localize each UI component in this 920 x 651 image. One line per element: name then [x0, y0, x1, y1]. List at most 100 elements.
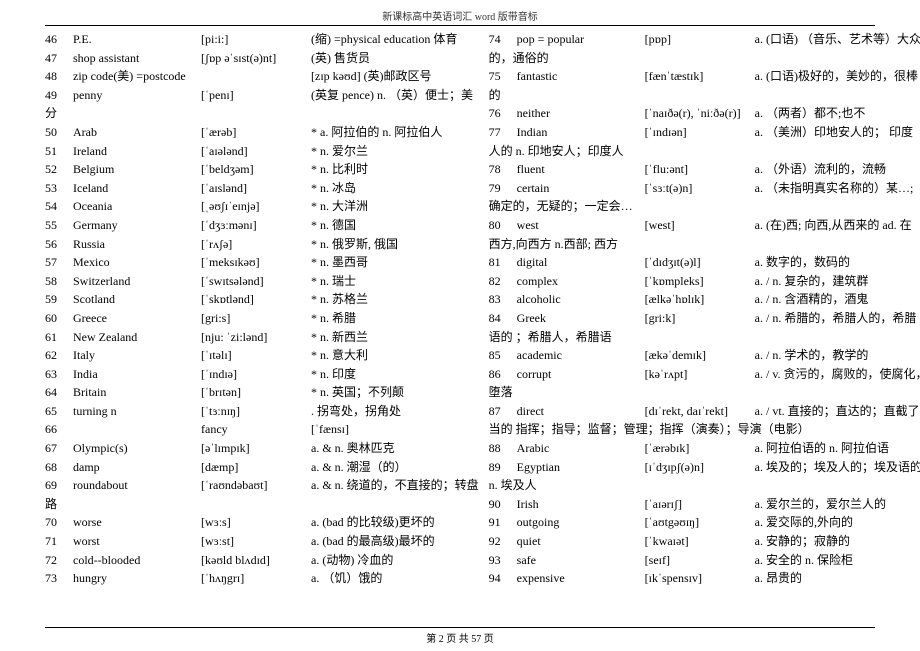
entry-continuation: 人的 n. 印地安人；印度人	[489, 142, 920, 161]
vocab-entry: 66fancy[ˈfænsɪ]	[45, 420, 479, 439]
entry-word: direct	[517, 402, 645, 421]
entry-definition: (英) 售货员	[311, 49, 479, 68]
vocab-entry: 50Arab[ˈærəb]* a. 阿拉伯的 n. 阿拉伯人	[45, 123, 479, 142]
document-page: 新课标高中英语词汇 word 版带音标 46P.E.[pi:i:](缩) =ph…	[0, 0, 920, 651]
entry-continuation: 堕落	[489, 383, 920, 402]
entry-word: roundabout	[73, 476, 201, 495]
vocab-entry: 83alcoholic[ælkəˈhɒlɪk]a. / n. 含酒精的，酒鬼	[489, 290, 920, 309]
entry-number: 82	[489, 272, 517, 291]
entry-pronunciation: [ælkəˈhɒlɪk]	[645, 290, 755, 309]
entry-pronunciation: [ˈflu:ənt]	[645, 160, 755, 179]
continuation-text: 语的 ；希腊人，希腊语	[489, 328, 612, 347]
entry-continuation: n. 埃及人	[489, 476, 920, 495]
entry-pronunciation: [gri:k]	[645, 309, 755, 328]
vocab-entry: 67Olympic(s)[əˈlɪmpɪk]a. & n. 奥林匹克	[45, 439, 479, 458]
entry-word: fluent	[517, 160, 645, 179]
entry-pronunciation: [ˈpenɪ]	[201, 86, 311, 105]
entry-definition: a. （美洲）印地安人的； 印度	[755, 123, 920, 142]
entry-pronunciation: [dæmp]	[201, 458, 311, 477]
entry-number: 87	[489, 402, 517, 421]
vocab-entry: 93safe[seɪf]a. 安全的 n. 保险柜	[489, 551, 920, 570]
entry-word: expensive	[517, 569, 645, 588]
vocab-entry: 84Greek[gri:k]a. / n. 希腊的，希腊人的，希腊	[489, 309, 920, 328]
entry-number: 48	[45, 67, 73, 86]
entry-definition: a. / n. 学术的，教学的	[755, 346, 920, 365]
entry-pronunciation: [ˈmeksɪkəʊ]	[201, 253, 311, 272]
entry-word: turning n	[73, 402, 201, 421]
vocab-entry: 60Greece[gri:s]* n. 希腊	[45, 309, 479, 328]
entry-pronunciation: [wɜːst]	[201, 532, 311, 551]
vocab-entry: 68damp[dæmp]a. & n. 潮湿（的）	[45, 458, 479, 477]
entry-number: 68	[45, 458, 73, 477]
entry-word: worst	[73, 532, 201, 551]
entry-pronunciation: [ˈaɪərɪʃ]	[645, 495, 755, 514]
entry-definition: a. （未指明真实名称的）某…;	[755, 179, 920, 198]
entry-pronunciation: [ˈaʊtgəʊɪŋ]	[645, 513, 755, 532]
entry-word: Britain	[73, 383, 201, 402]
entry-number: 70	[45, 513, 73, 532]
entry-pronunciation: [dɪˈrekt, daɪˈrekt]	[645, 402, 755, 421]
entry-pronunciation: [wɜːs]	[201, 513, 311, 532]
entry-definition: * n. 爱尔兰	[311, 142, 479, 161]
entry-definition: * n. 瑞士	[311, 272, 479, 291]
entry-word: Belgium	[73, 160, 201, 179]
vocab-entry: 61New Zealand[nju: ˈzi:lənd]* n. 新西兰	[45, 328, 479, 347]
entry-definition: a. / n. 希腊的，希腊人的，希腊	[755, 309, 920, 328]
entry-word: P.E.	[73, 30, 201, 49]
entry-pronunciation: [ɪkˈspensɪv]	[645, 569, 755, 588]
entry-number: 84	[489, 309, 517, 328]
entry-definition: (缩) =physical education 体育	[311, 30, 479, 49]
entry-number: 55	[45, 216, 73, 235]
entry-pronunciation: [ˈtɜːnɪŋ]	[201, 402, 311, 421]
entry-definition: * n. 苏格兰	[311, 290, 479, 309]
entry-pronunciation: [ˈaɪələnd]	[201, 142, 311, 161]
entry-word: India	[73, 365, 201, 384]
entry-pronunciation: [ˈaɪslənd]	[201, 179, 311, 198]
entry-continuation: 当的 指挥；指导；监督；管理；指挥（演奏）；导演（电影）	[489, 420, 920, 439]
vocab-entry: 59Scotland[ˈskɒtlənd]* n. 苏格兰	[45, 290, 479, 309]
entry-word: Greece	[73, 309, 201, 328]
vocab-entry: 49penny[ˈpenɪ](英复 pence) n. （英）便士；美	[45, 86, 479, 105]
entry-definition: a. / n. 复杂的，建筑群	[755, 272, 920, 291]
entry-word: hungry	[73, 569, 201, 588]
entry-pronunciation: [west]	[645, 216, 755, 235]
vocab-entry: 62Italy[ˈɪtəlɪ]* n. 意大利	[45, 346, 479, 365]
entry-number: 90	[489, 495, 517, 514]
entry-number: 61	[45, 328, 73, 347]
continuation-text: 当的 指挥；指导；监督；管理；指挥（演奏）；导演（电影）	[489, 420, 810, 439]
entry-number: 54	[45, 197, 73, 216]
entry-pronunciation: [ˈrʌʃə]	[201, 235, 311, 254]
vocab-entry: 77Indian[ˈɪndɪən]a. （美洲）印地安人的； 印度	[489, 123, 920, 142]
entry-definition: * n. 比利时	[311, 160, 479, 179]
continuation-text: 的	[489, 86, 501, 105]
vocab-entry: 74pop = popular[pɒp]a. (口语) （音乐、艺术等）大众	[489, 30, 920, 49]
entry-definition: a. / n. 含酒精的，酒鬼	[755, 290, 920, 309]
entry-word: New Zealand	[73, 328, 201, 347]
entry-pronunciation: [ˈbeldʒəm]	[201, 160, 311, 179]
entry-number: 71	[45, 532, 73, 551]
vocab-entry: 94expensive[ɪkˈspensɪv]a. 昂贵的	[489, 569, 920, 588]
entry-number: 67	[45, 439, 73, 458]
entry-definition: * n. 德国	[311, 216, 479, 235]
entry-definition: . 拐弯处，拐角处	[311, 402, 479, 421]
entry-word: Scotland	[73, 290, 201, 309]
entry-number: 94	[489, 569, 517, 588]
entry-pronunciation: [kəˈrʌpt]	[645, 365, 755, 384]
entry-definition: a. 安静的；寂静的	[755, 532, 920, 551]
entry-word: Mexico	[73, 253, 201, 272]
entry-pronunciation: [ˈdɪdʒɪt(ə)l]	[645, 253, 755, 272]
entry-pronunciation	[201, 67, 311, 86]
left-column: 46P.E.[pi:i:](缩) =physical education 体育4…	[45, 30, 479, 588]
vocab-entry: 64Britain[ˈbrɪtən]* n. 英国；不列颠	[45, 383, 479, 402]
entry-word: fantastic	[517, 67, 645, 86]
entry-pronunciation: [ˈkwaɪət]	[645, 532, 755, 551]
entry-word: Olympic(s)	[73, 439, 201, 458]
page-footer: 第 2 页 共 57 页	[0, 627, 920, 645]
vocab-entry: 51Ireland[ˈaɪələnd]* n. 爱尔兰	[45, 142, 479, 161]
entry-number: 66	[45, 420, 73, 439]
entry-word: Russia	[73, 235, 201, 254]
entry-definition: a. （两者）都不;也不	[755, 104, 920, 123]
entry-number: 60	[45, 309, 73, 328]
entry-pronunciation: [ɪˈdʒɪpʃ(ə)n]	[645, 458, 755, 477]
entry-definition: * n. 俄罗斯, 俄国	[311, 235, 479, 254]
